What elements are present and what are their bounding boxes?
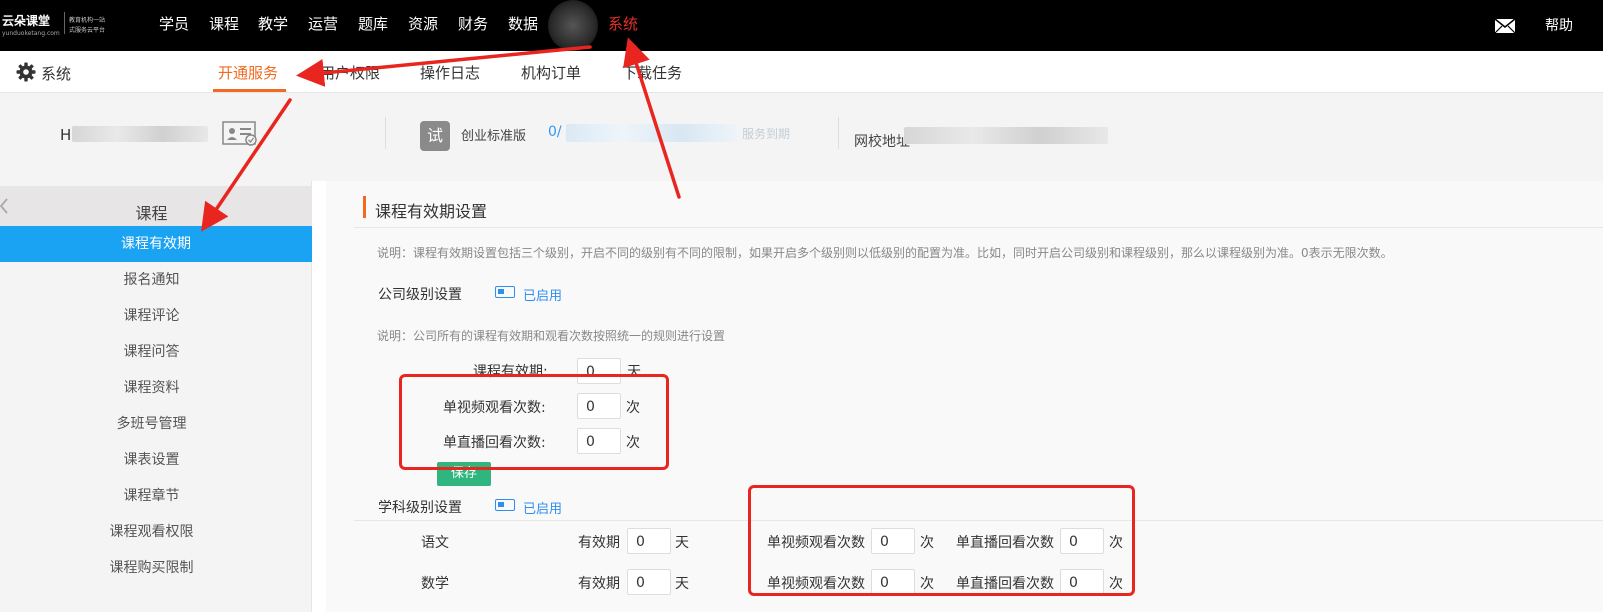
subject-validity-input[interactable]: 0: [627, 569, 671, 595]
system-section-label: 系统: [41, 65, 72, 83]
top-nav-system[interactable]: 系统: [608, 13, 638, 34]
tab-open-service[interactable]: 开通服务: [218, 62, 278, 83]
top-nav-data[interactable]: 数据: [508, 13, 538, 34]
active-tab-underline: [213, 89, 286, 92]
sidebar-item-course-comments[interactable]: 课程评论: [0, 298, 303, 334]
title-divider: [354, 227, 1603, 228]
id-card-icon[interactable]: [222, 121, 258, 147]
blurred-quota: [566, 124, 738, 142]
company-level-label: 公司级别设置: [378, 287, 462, 303]
help-link[interactable]: 帮助: [1545, 15, 1573, 35]
subject-validity-input[interactable]: 0: [627, 528, 671, 554]
subject-name: 数学: [421, 576, 449, 592]
org-name: H: [60, 126, 72, 144]
top-nav-teaching[interactable]: 教学: [258, 13, 288, 34]
info-divider: [838, 117, 839, 149]
mail-icon[interactable]: [1494, 18, 1516, 34]
blurred-school-url: [904, 127, 1108, 144]
top-nav-operations[interactable]: 运营: [308, 13, 338, 34]
subject-validity-label: 有效期: [578, 535, 620, 551]
school-url-label: 网校地址: [854, 134, 910, 150]
title-accent-bar: [363, 196, 366, 218]
system-sub-nav: 系统 开通服务 用户权限 操作日志 机构订单 下载任务: [0, 51, 1603, 93]
gear-icon: [16, 62, 36, 82]
sidebar-item-course-qa[interactable]: 课程问答: [0, 334, 303, 370]
subject-validity-unit: 天: [675, 576, 689, 592]
logo-tagline-2: 式服务云平台: [69, 27, 106, 34]
subject-toggle-icon[interactable]: [495, 499, 515, 511]
subject-validity-label: 有效期: [578, 576, 620, 592]
top-nav-finance[interactable]: 财务: [458, 13, 488, 34]
service-expire-label: 服务到期: [742, 127, 791, 141]
blurred-org-name: [72, 126, 208, 142]
logo-tagline-1: 教育机构一站: [69, 17, 106, 24]
sidebar-header: 课程: [0, 186, 312, 226]
quota-value: 0/: [548, 124, 562, 140]
sidebar-item-course-materials[interactable]: 课程资料: [0, 370, 303, 406]
sidebar-title: 课程: [135, 204, 168, 223]
sidebar-item-enroll-notice[interactable]: 报名通知: [0, 262, 303, 298]
logo-divider: [64, 12, 65, 34]
top-nav-question-bank[interactable]: 题库: [358, 13, 388, 34]
top-nav-students[interactable]: 学员: [159, 13, 189, 34]
sidebar-item-purchase-limits[interactable]: 课程购买限制: [0, 550, 303, 586]
subject-name: 语文: [421, 535, 449, 551]
subject-level-label: 学科级别设置: [378, 500, 462, 516]
top-nav-courses[interactable]: 课程: [209, 13, 239, 34]
sidebar-item-course-chapters[interactable]: 课程章节: [0, 478, 303, 514]
logo[interactable]: 云朵课堂 yunduoketang.com 教育机构一站 式服务云平台: [2, 8, 112, 42]
annotation-box-subject-fields: [748, 485, 1135, 596]
logo-domain: yunduoketang.com: [2, 30, 60, 37]
logo-brand: 云朵课堂: [2, 14, 51, 28]
top-nav-bar: 云朵课堂 yunduoketang.com 教育机构一站 式服务云平台 学员 课…: [0, 0, 1603, 51]
company-explanation: 说明：公司所有的课程有效期和观看次数按照统一的规则进行设置: [377, 329, 726, 343]
info-divider: [385, 117, 386, 149]
sidebar-item-course-validity[interactable]: 课程有效期: [0, 226, 312, 262]
tab-user-permissions[interactable]: 用户权限: [320, 62, 380, 83]
edition-label: 创业标准版: [461, 129, 527, 144]
page-title: 课程有效期设置: [375, 202, 488, 221]
blurred-avatar: [548, 0, 598, 51]
tab-operation-log[interactable]: 操作日志: [420, 62, 480, 83]
company-toggle-icon[interactable]: [495, 286, 515, 298]
top-nav-resources[interactable]: 资源: [408, 13, 438, 34]
annotation-box-company-fields: [399, 374, 669, 470]
tab-org-orders[interactable]: 机构订单: [521, 62, 581, 83]
subject-validity-unit: 天: [675, 535, 689, 551]
trial-badge: 试: [420, 121, 450, 151]
course-settings-sidebar: 课程 课程有效期 报名通知 课程评论 课程问答 课程资料 多班号管理 课表设置 …: [0, 181, 312, 612]
account-info-bar: H 试 创业标准版 0/ 服务到期 网校地址: [0, 93, 1603, 181]
validity-explanation: 说明：课程有效期设置包括三个级别，开启不同的级别有不同的限制，如果开启多个级别则…: [377, 246, 1393, 260]
sidebar-item-view-permissions[interactable]: 课程观看权限: [0, 514, 303, 550]
tab-download-tasks[interactable]: 下载任务: [622, 62, 682, 83]
sidebar-item-schedule-settings[interactable]: 课表设置: [0, 442, 303, 478]
company-status: 已启用: [523, 289, 563, 304]
sidebar-item-class-numbers[interactable]: 多班号管理: [0, 406, 303, 442]
subject-status: 已启用: [523, 502, 563, 517]
